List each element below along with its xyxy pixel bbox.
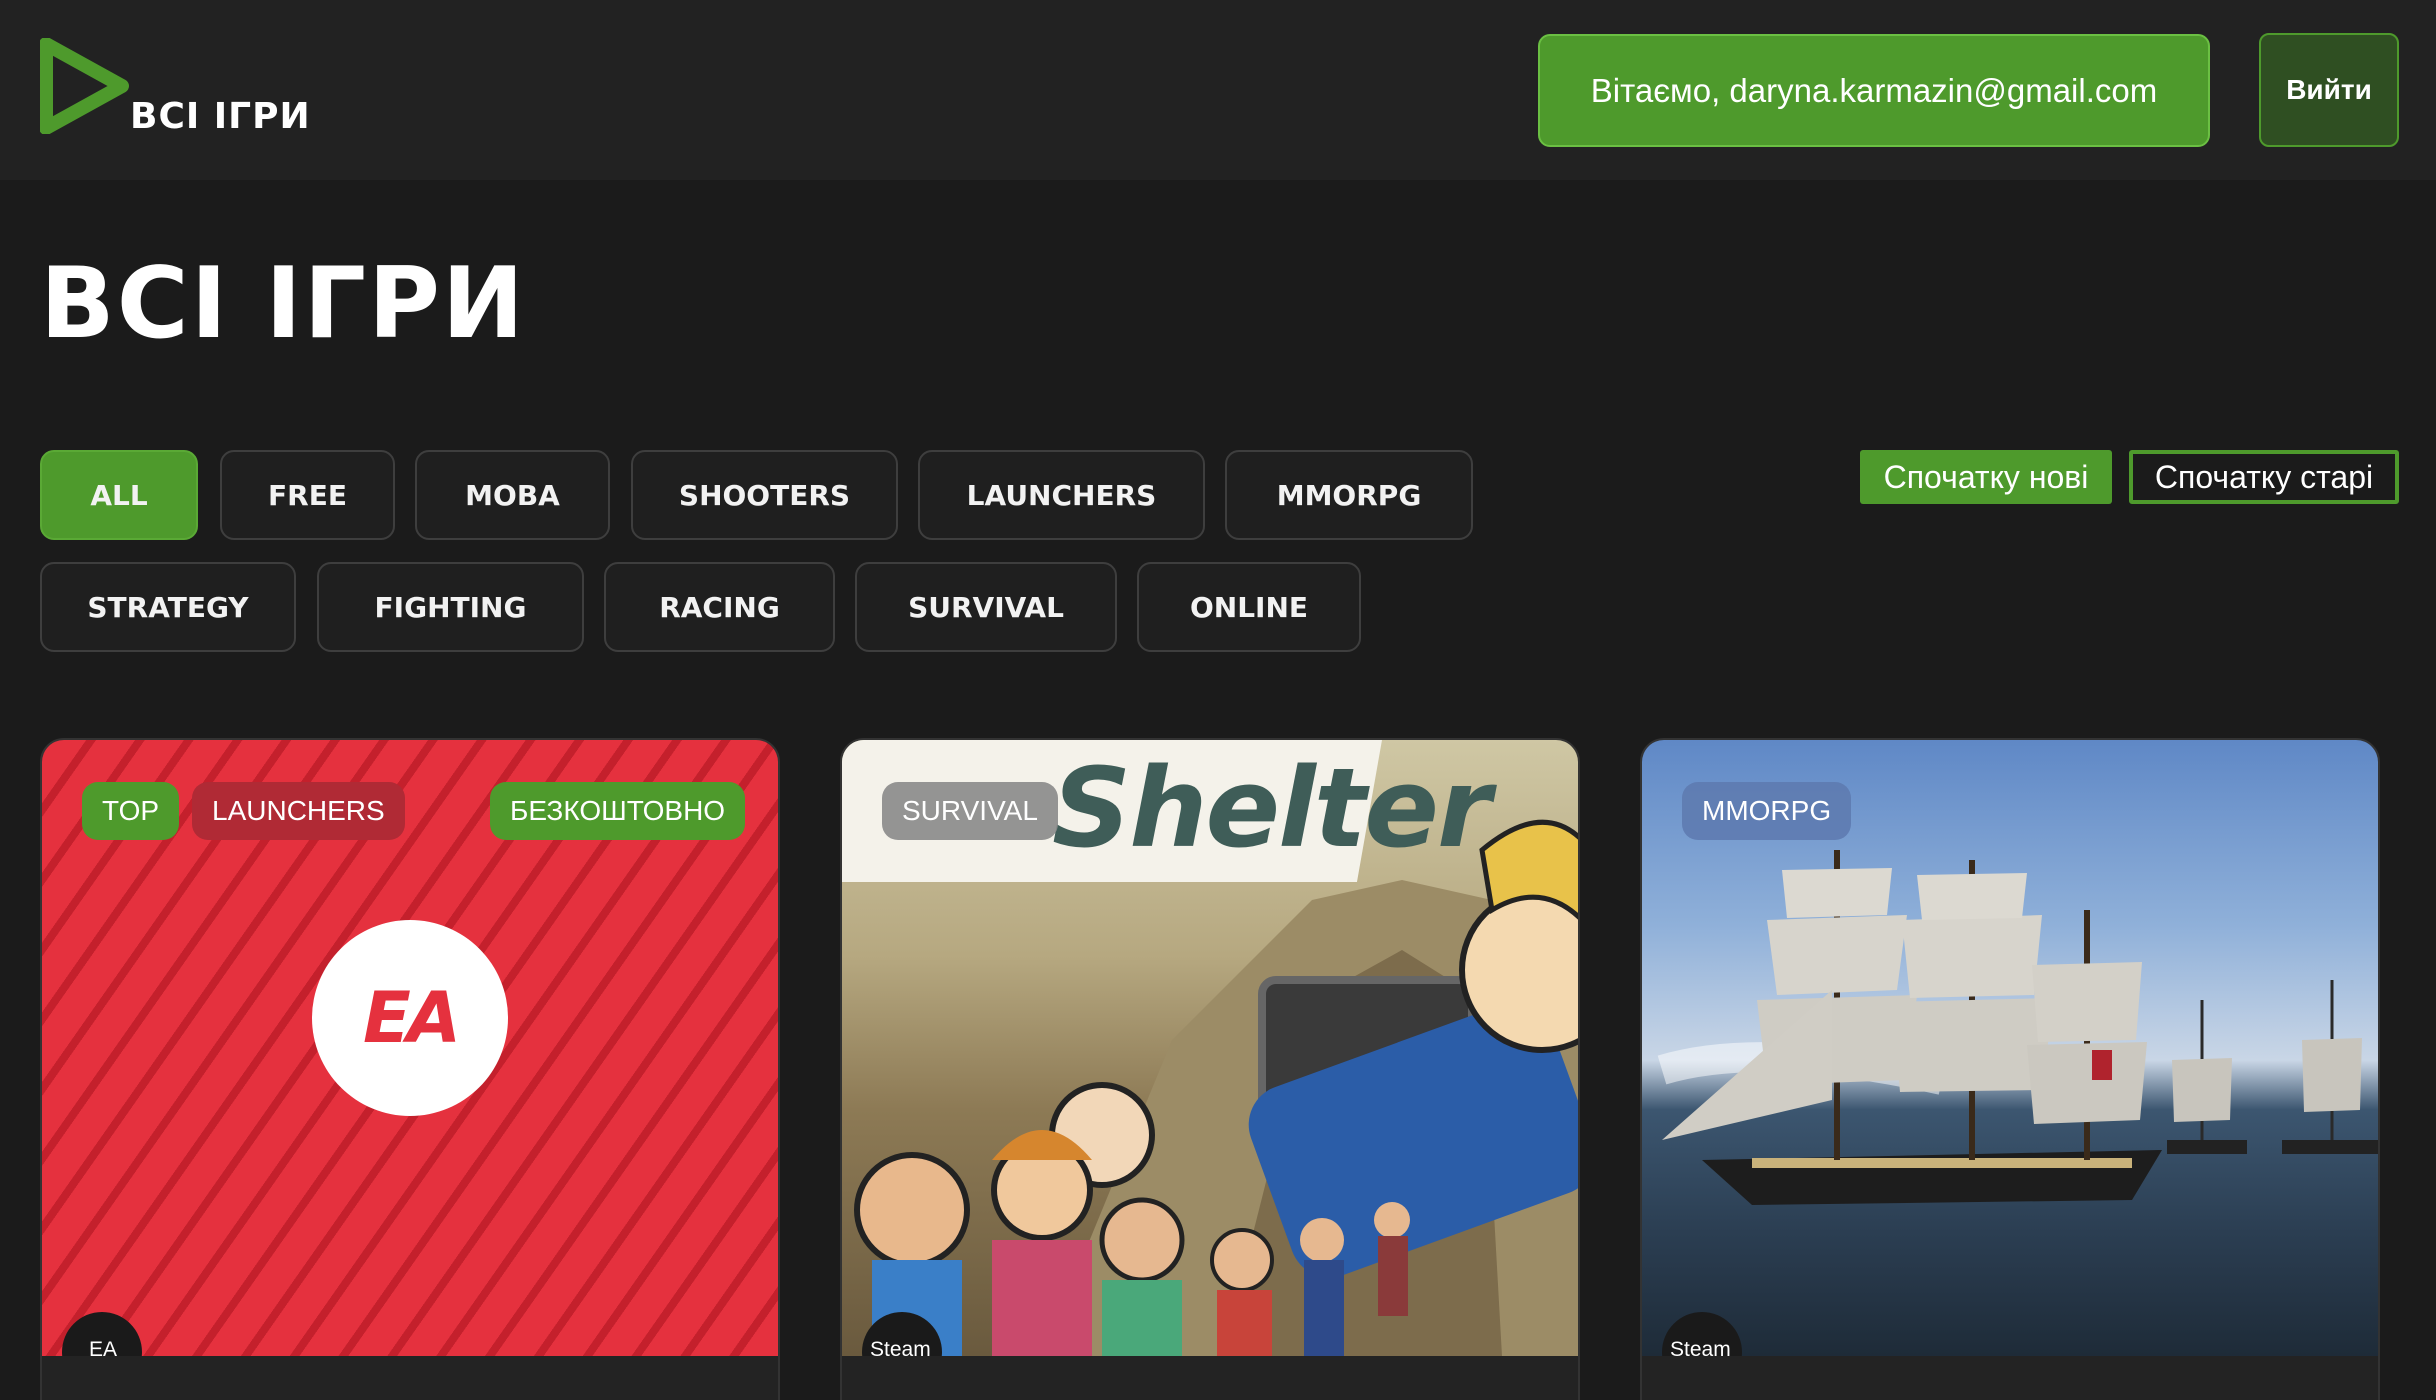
filter-fighting[interactable]: FIGHTING	[317, 562, 584, 652]
logo-text: ВСІ ІГРИ	[130, 96, 311, 137]
filter-online[interactable]: ONLINE	[1137, 562, 1361, 652]
game-card-naval[interactable]: MMORPG Steam	[1640, 738, 2380, 1400]
filter-strategy[interactable]: STRATEGY	[40, 562, 296, 652]
filter-moba[interactable]: MOBA	[415, 450, 610, 540]
filter-racing[interactable]: RACING	[604, 562, 835, 652]
filter-survival[interactable]: SURVIVAL	[855, 562, 1117, 652]
tag-top: TOP	[82, 782, 180, 840]
store-label: Steam	[1670, 1338, 1731, 1356]
sort-newest-button[interactable]: Спочатку нові	[1860, 450, 2112, 504]
game-card-ea[interactable]: EA TOP LAUNCHERS БЕЗКОШТОВНО EA	[40, 738, 780, 1400]
site-logo[interactable]: ВСІ ІГРИ	[40, 38, 340, 138]
tag-mmorpg: MMORPG	[1682, 782, 1852, 840]
tag-launchers: LAUNCHERS	[192, 782, 405, 840]
game-card-image: MMORPG Steam	[1642, 740, 2378, 1356]
game-image-title: Shelter	[1052, 744, 1491, 872]
tag-free: БЕЗКОШТОВНО	[490, 782, 746, 840]
tag-survival: SURVIVAL	[882, 782, 1058, 840]
store-label: EA	[89, 1338, 118, 1356]
sort-oldest-button[interactable]: Спочатку старі	[2129, 450, 2399, 504]
page-title: ВСІ ІГРИ	[40, 247, 526, 361]
filter-launchers[interactable]: LAUNCHERS	[918, 450, 1205, 540]
play-logo-icon	[40, 38, 129, 134]
game-card-image: EA TOP LAUNCHERS БЕЗКОШТОВНО EA	[42, 740, 778, 1356]
store-label: Steam	[870, 1338, 931, 1356]
user-greeting: Вітаємо, daryna.karmazin@gmail.com	[1538, 34, 2210, 147]
top-header: ВСІ ІГРИ Вітаємо, daryna.karmazin@gmail.…	[0, 0, 2436, 180]
game-card-fallout-shelter[interactable]: Shelter SURVIVAL Steam	[840, 738, 1580, 1400]
logout-button[interactable]: Вийти	[2259, 33, 2399, 147]
filter-free[interactable]: FREE	[220, 450, 395, 540]
card-footer	[1642, 1356, 2378, 1400]
ea-logo: EA	[312, 920, 508, 1116]
game-card-image: Shelter SURVIVAL Steam	[842, 740, 1578, 1356]
filter-all[interactable]: ALL	[40, 450, 198, 540]
filter-shooters[interactable]: SHOOTERS	[631, 450, 898, 540]
card-footer	[42, 1356, 778, 1400]
filter-mmorpg[interactable]: MMORPG	[1225, 450, 1473, 540]
card-footer	[842, 1356, 1578, 1400]
